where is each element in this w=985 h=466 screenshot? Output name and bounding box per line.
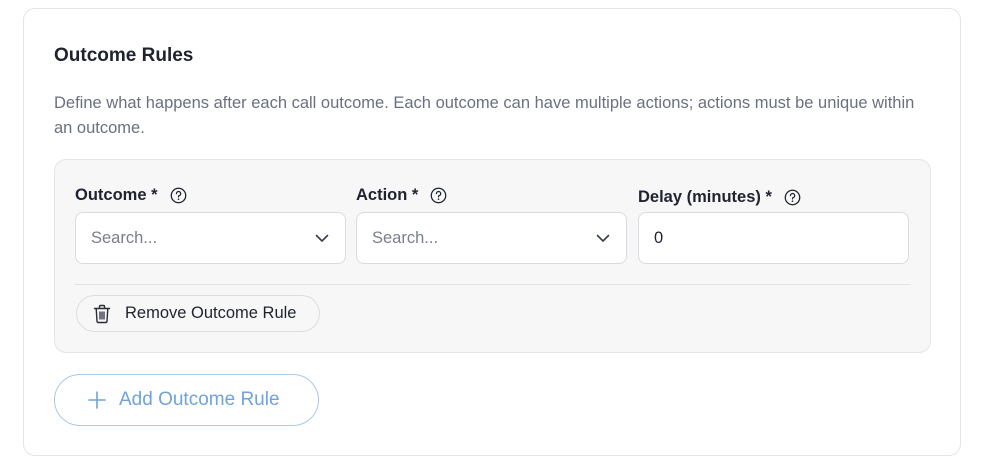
chevron-down-icon [315,234,329,242]
help-circle-icon[interactable] [784,189,801,206]
action-label-text: Action * [356,185,419,204]
action-select[interactable]: Search... [356,212,627,264]
delay-field: Delay (minutes) * [638,186,801,208]
action-label: Action * [356,184,447,206]
outcome-label-text: Outcome * [75,185,158,204]
outcome-select[interactable]: Search... [75,212,346,264]
outcome-rule-panel: Outcome * Search... Action * Search... D… [54,159,931,353]
delay-input[interactable]: 0 [638,212,909,264]
trash-icon [93,304,111,323]
rule-divider [75,284,910,285]
add-outcome-rule-button[interactable]: Add Outcome Rule [54,374,319,426]
outcome-placeholder: Search... [91,228,158,247]
action-field: Action * [356,184,447,206]
delay-label-text: Delay (minutes) * [638,187,772,206]
add-outcome-rule-label: Add Outcome Rule [119,389,280,410]
chevron-down-icon [596,234,610,242]
section-title: Outcome Rules [54,45,194,66]
plus-icon [88,391,106,409]
action-placeholder: Search... [372,228,439,247]
remove-outcome-rule-button[interactable]: Remove Outcome Rule [76,295,320,332]
delay-value: 0 [654,228,664,247]
outcome-rules-card: Outcome Rules Define what happens after … [23,8,961,456]
help-circle-icon[interactable] [170,187,187,204]
outcome-field: Outcome * [75,184,187,206]
section-description: Define what happens after each call outc… [54,94,915,137]
outcome-label: Outcome * [75,184,187,206]
delay-label: Delay (minutes) * [638,186,801,208]
remove-outcome-rule-label: Remove Outcome Rule [125,304,297,322]
help-circle-icon[interactable] [430,187,447,204]
